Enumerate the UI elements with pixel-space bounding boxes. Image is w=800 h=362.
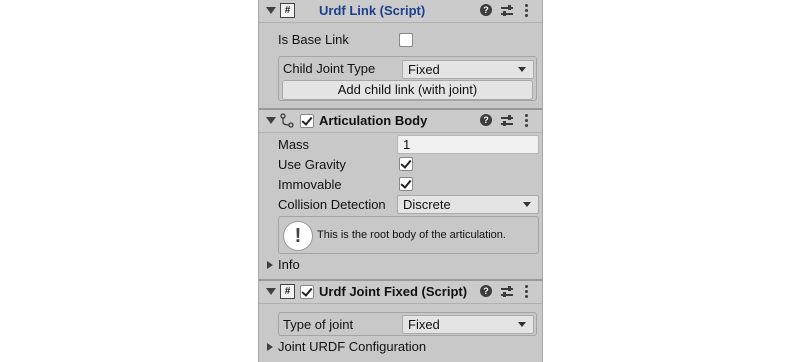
inspector-panel: # Urdf Link (Script) ? Is Base Link Chil…	[258, 0, 543, 362]
foldout-expanded-icon[interactable]	[266, 117, 276, 124]
type-of-joint-dropdown[interactable]: Fixed	[402, 315, 534, 334]
urdf-link-header[interactable]: # Urdf Link (Script) ?	[259, 0, 542, 23]
mass-label: Mass	[278, 137, 310, 152]
is-base-link-label: Is Base Link	[278, 32, 349, 47]
type-of-joint-label: Type of joint	[283, 317, 354, 332]
kebab-menu-icon[interactable]	[525, 285, 528, 298]
urdf-joint-fixed-enabled-checkbox[interactable]	[300, 285, 314, 299]
articulation-body-header[interactable]: Articulation Body ?	[259, 110, 542, 133]
header-icons: ?	[480, 3, 534, 19]
script-icon: #	[280, 3, 295, 18]
urdf-joint-fixed-title: Urdf Joint Fixed (Script)	[319, 284, 468, 299]
foldout-collapsed-icon[interactable]	[267, 343, 273, 351]
child-joint-type-value: Fixed	[408, 62, 440, 77]
dropdown-arrow-icon	[518, 67, 526, 72]
collision-detection-label: Collision Detection	[278, 197, 386, 212]
mass-field[interactable]: 1	[397, 135, 539, 154]
type-of-joint-box: Type of joint Fixed	[278, 312, 537, 336]
joint-urdf-configuration-label[interactable]: Joint URDF Configuration	[278, 339, 426, 354]
help-icon[interactable]: ?	[480, 285, 492, 297]
type-of-joint-value: Fixed	[408, 317, 440, 332]
is-base-link-checkbox[interactable]	[399, 33, 413, 47]
use-gravity-checkbox[interactable]	[399, 157, 413, 171]
urdf-link-title: Urdf Link (Script)	[319, 3, 426, 18]
script-icon: #	[280, 284, 295, 299]
info-foldout-label[interactable]: Info	[278, 257, 300, 272]
urdf-joint-fixed-header[interactable]: # Urdf Joint Fixed (Script) ?	[259, 281, 542, 304]
articulation-body-enabled-checkbox[interactable]	[300, 114, 314, 128]
help-icon[interactable]: ?	[480, 114, 492, 126]
collision-detection-dropdown[interactable]: Discrete	[397, 195, 539, 214]
dropdown-arrow-icon	[518, 322, 526, 327]
articulation-body-title: Articulation Body	[319, 113, 428, 128]
articulation-icon	[280, 113, 294, 128]
header-icons: ?	[480, 284, 534, 300]
help-box-text: This is the root body of the articulatio…	[317, 229, 506, 241]
use-gravity-label: Use Gravity	[278, 157, 346, 172]
foldout-collapsed-icon[interactable]	[267, 261, 273, 269]
preset-sliders-icon[interactable]	[501, 286, 513, 298]
dropdown-arrow-icon	[523, 202, 531, 207]
child-joint-box: Child Joint Type Fixed Add child link (w…	[278, 56, 537, 101]
preset-sliders-icon[interactable]	[501, 5, 513, 17]
help-icon[interactable]: ?	[480, 4, 492, 16]
kebab-menu-icon[interactable]	[525, 114, 528, 127]
warning-icon: !	[283, 221, 313, 251]
root-body-help-box: ! This is the root body of the articulat…	[278, 216, 539, 254]
preset-sliders-icon[interactable]	[501, 115, 513, 127]
collision-detection-value: Discrete	[403, 197, 451, 212]
immovable-checkbox[interactable]	[399, 177, 413, 191]
immovable-label: Immovable	[278, 177, 342, 192]
add-child-link-button[interactable]: Add child link (with joint)	[282, 80, 533, 100]
header-icons: ?	[480, 113, 534, 129]
foldout-expanded-icon[interactable]	[266, 7, 276, 14]
child-joint-type-dropdown[interactable]: Fixed	[402, 60, 534, 79]
foldout-expanded-icon[interactable]	[266, 288, 276, 295]
child-joint-type-label: Child Joint Type	[283, 61, 376, 76]
mass-value: 1	[403, 137, 411, 152]
kebab-menu-icon[interactable]	[525, 4, 528, 17]
